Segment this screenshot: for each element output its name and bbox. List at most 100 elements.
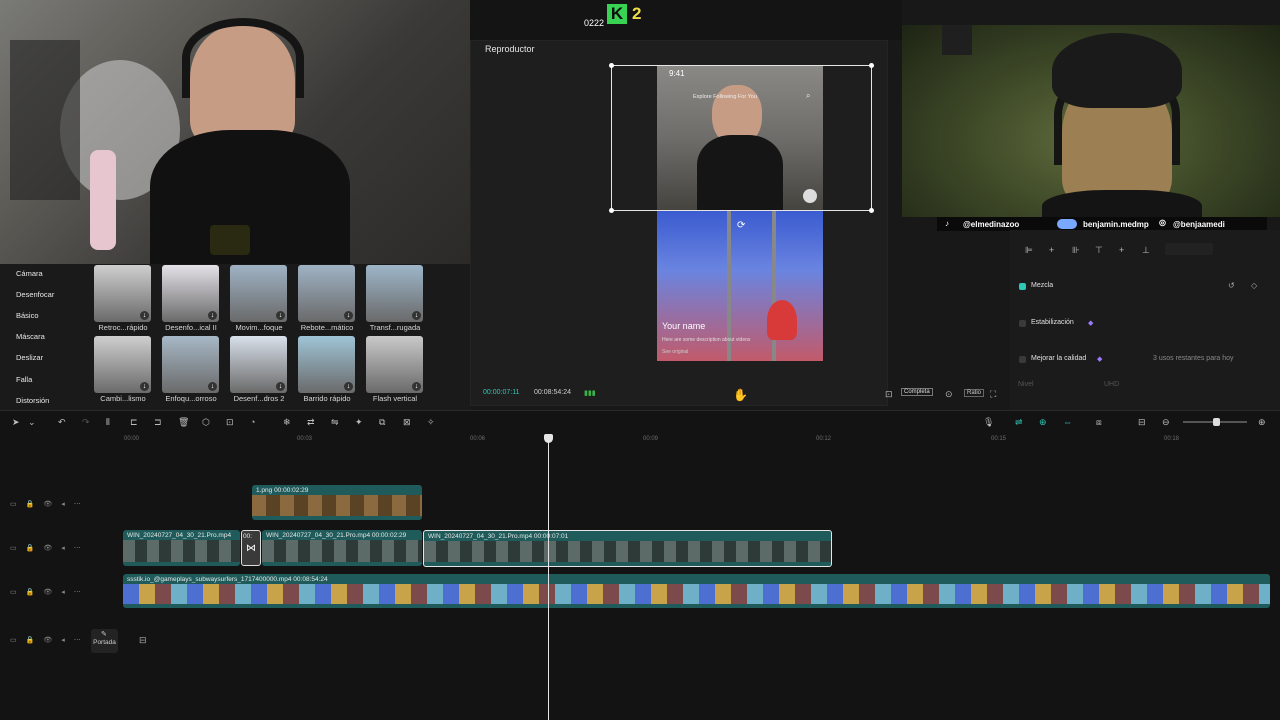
background-clip[interactable]: ssstik.io_@gameplays_subwaysurfers_17174… [123, 574, 1270, 608]
microphone-icon[interactable]: 🎙 [983, 417, 994, 428]
zoom-out-icon[interactable]: ⊖ [1162, 417, 1170, 428]
effect-thumbnail[interactable]: ↓ [94, 336, 151, 393]
split-left-icon[interactable]: ⊏ [130, 417, 138, 428]
download-icon[interactable]: ↓ [276, 311, 285, 320]
ratio-button[interactable]: Ratio [964, 389, 985, 397]
split-icon[interactable]: ⫴ [106, 417, 110, 428]
track-controls[interactable]: ▭🔒👁◂⋯ [10, 636, 90, 644]
effect-thumbnail[interactable]: ↓ [94, 265, 151, 322]
marker-icon[interactable]: ⬡ [202, 417, 210, 428]
freeze-icon[interactable]: ❄ [283, 417, 291, 428]
resize-handle[interactable] [609, 63, 614, 68]
align-center-icon[interactable]: + [1049, 245, 1054, 255]
blend-checkbox[interactable] [1019, 283, 1026, 290]
mirror-icon[interactable]: ⇋ [331, 417, 339, 428]
clip-label: WIN_20240727_04_30_21.Pro.mp4 [127, 532, 232, 539]
top-bar [470, 0, 902, 40]
level-select[interactable]: UHD [1104, 381, 1119, 388]
track-controls[interactable]: ▭🔒👁◂⋯ [10, 500, 90, 508]
select-tool-icon[interactable]: ➤ [12, 417, 20, 428]
level-label: Nivel [1018, 381, 1034, 388]
fullscreen-icon[interactable]: ⛶ [990, 389, 996, 400]
crop-icon[interactable]: ⊡ [885, 389, 893, 400]
speed-icon[interactable]: ◔ [250, 417, 255, 427]
effect-thumbnail[interactable]: ↓ [298, 336, 355, 393]
download-icon[interactable]: ↓ [412, 382, 421, 391]
hand-cursor-icon: ✋ [733, 388, 748, 402]
effect-category[interactable]: Máscara [16, 332, 45, 341]
align-left-icon[interactable]: ⊫ [1025, 245, 1033, 256]
effects-icon[interactable]: ✦ [355, 417, 363, 428]
socials-bar: ♪ @elmedinazoo benjamin.medmp ◎ @benjaam… [937, 217, 1267, 231]
caption-icon[interactable]: ⊟ [1138, 417, 1146, 428]
resize-handle[interactable] [869, 208, 874, 213]
timeline-tick: 00:18 [1164, 436, 1180, 442]
effect-thumbnail[interactable]: ↓ [366, 265, 423, 322]
focus-icon[interactable]: ⊙ [945, 389, 953, 400]
download-icon[interactable]: ↓ [344, 382, 353, 391]
reverse-icon[interactable]: ⇄ [307, 417, 315, 428]
split-screen-icon[interactable]: ⧈ [1096, 417, 1102, 428]
track-controls[interactable]: ▭🔒👁◂⋯ [10, 544, 90, 552]
undo-icon[interactable]: ↶ [58, 417, 66, 428]
main-clip-c[interactable]: WIN_20240727_04_30_21.Pro.mp4 00:00:07:0… [423, 530, 832, 567]
download-icon[interactable]: ↓ [412, 311, 421, 320]
download-icon[interactable]: ↓ [208, 311, 217, 320]
resize-handle[interactable] [869, 63, 874, 68]
effect-thumbnail[interactable]: ↓ [298, 265, 355, 322]
effect-category[interactable]: Falla [16, 375, 32, 384]
split-right-icon[interactable]: ⊐ [154, 417, 162, 428]
rotate-icon[interactable]: ⟳ [737, 220, 745, 231]
effect-thumbnail[interactable]: ↓ [366, 336, 423, 393]
download-icon[interactable]: ↓ [276, 382, 285, 391]
magic-icon[interactable]: ✧ [427, 417, 435, 428]
main-clip-b[interactable]: WIN_20240727_04_30_21.Pro.mp4 00:00:02:2… [262, 530, 422, 566]
effect-thumbnail[interactable]: ↓ [230, 265, 287, 322]
effect-category[interactable]: Cámara [16, 269, 43, 278]
effect-thumbnail[interactable]: ↓ [230, 336, 287, 393]
effect-category[interactable]: Distorsión [16, 396, 49, 405]
overlay-clip[interactable]: 1.png 00:00:02:29 [252, 485, 422, 520]
download-icon[interactable]: ↓ [140, 382, 149, 391]
playhead[interactable] [548, 436, 549, 720]
zoom-in-icon[interactable]: ⊕ [1258, 417, 1266, 428]
redo-icon[interactable]: ↷ [82, 417, 90, 428]
download-icon[interactable]: ↓ [344, 311, 353, 320]
delete-icon[interactable]: 🗑 [178, 417, 189, 428]
effect-thumbnail[interactable]: ↓ [162, 265, 219, 322]
align-bottom-icon[interactable]: ⊥ [1142, 245, 1150, 256]
download-icon[interactable]: ↓ [140, 311, 149, 320]
link-icon[interactable]: ⇌ [1015, 417, 1023, 428]
track-controls[interactable]: ▭🔒👁◂⋯ [10, 588, 90, 596]
resize-handle[interactable] [609, 208, 614, 213]
improve-quality-checkbox[interactable] [1019, 356, 1026, 363]
stabilize-checkbox[interactable] [1019, 320, 1026, 327]
effect-category[interactable]: Básico [16, 311, 39, 320]
align-right-icon[interactable]: ⊪ [1072, 245, 1080, 256]
effect-category[interactable]: Deslizar [16, 353, 43, 362]
complete-button[interactable]: Completa [901, 388, 933, 396]
captions-icon[interactable]: ⧉ [379, 417, 385, 428]
selection-box[interactable] [609, 63, 874, 213]
reset-icon[interactable]: ↺ [1228, 281, 1235, 290]
caption-name: Your name [662, 321, 706, 331]
clip-thumbnails [252, 495, 422, 516]
transition-icon[interactable]: ⊠ [403, 417, 411, 428]
zoom-slider-handle[interactable] [1213, 418, 1220, 426]
chevron-down-icon[interactable]: ⌄ [28, 417, 36, 428]
align-middle-icon[interactable]: + [1119, 245, 1124, 255]
align-top-icon[interactable]: ⊤ [1095, 245, 1103, 256]
preview-axis-icon[interactable]: ⇔ [1063, 417, 1072, 427]
cover-button[interactable]: ✎ Portada [91, 629, 118, 653]
main-clip-a[interactable]: WIN_20240727_04_30_21.Pro.mp4 [123, 530, 240, 566]
download-icon[interactable]: ↓ [208, 382, 217, 391]
webcam-right [902, 25, 1280, 217]
crop-tool-icon[interactable]: ⊡ [226, 417, 234, 428]
keyframe-icon[interactable]: ◇ [1251, 281, 1257, 290]
snap-icon[interactable]: ⊕ [1039, 417, 1047, 428]
effect-thumbnail[interactable]: ↓ [162, 336, 219, 393]
playhead-handle[interactable] [544, 434, 553, 443]
transition-clip[interactable]: 00: ⋈ [241, 530, 261, 566]
effect-category[interactable]: Desenfocar [16, 290, 54, 299]
uses-left-text: 3 usos restantes para hoy [1153, 355, 1234, 362]
